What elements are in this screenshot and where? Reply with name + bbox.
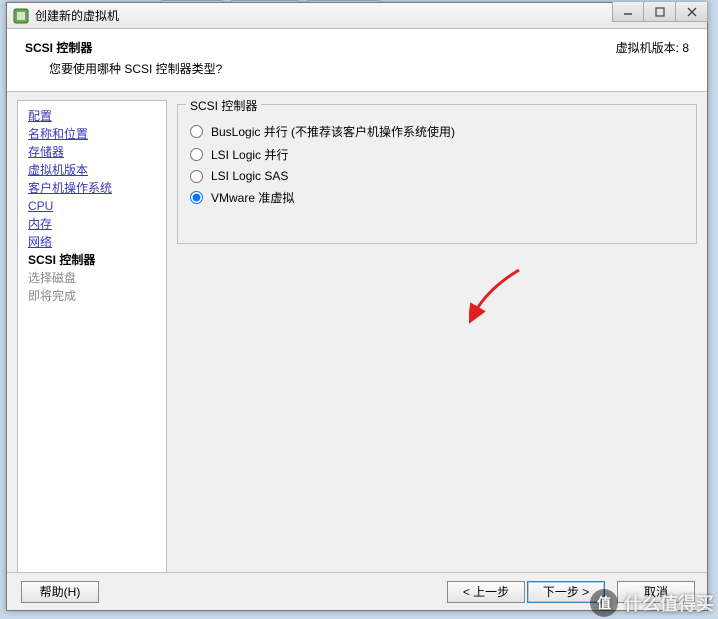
help-button[interactable]: 帮助(H) bbox=[21, 581, 99, 603]
wizard-header: SCSI 控制器 您要使用哪种 SCSI 控制器类型? 虚拟机版本: 8 bbox=[7, 29, 707, 92]
wizard-step-3[interactable]: 虚拟机版本 bbox=[28, 161, 156, 179]
wizard-step-8: SCSI 控制器 bbox=[28, 251, 156, 269]
wizard-step-1[interactable]: 名称和位置 bbox=[28, 125, 156, 143]
scsi-radio-1[interactable] bbox=[190, 148, 203, 161]
wizard-steps-sidebar: 配置名称和位置存储器虚拟机版本客户机操作系统CPU内存网络SCSI 控制器选择磁… bbox=[17, 100, 167, 580]
scsi-option-label: LSI Logic SAS bbox=[211, 169, 288, 183]
scsi-option-label: VMware 准虚拟 bbox=[211, 189, 294, 206]
wizard-step-6[interactable]: 内存 bbox=[28, 215, 156, 233]
scsi-option-label: BusLogic 并行 (不推荐该客户机操作系统使用) bbox=[211, 123, 455, 140]
wizard-body: 配置名称和位置存储器虚拟机版本客户机操作系统CPU内存网络SCSI 控制器选择磁… bbox=[7, 92, 707, 580]
wizard-window: 创建新的虚拟机 SCSI 控制器 您要使用哪种 SCSI 控制器类型? 虚拟机版… bbox=[6, 2, 708, 611]
page-subtitle: 您要使用哪种 SCSI 控制器类型? bbox=[49, 60, 616, 77]
wizard-step-5[interactable]: CPU bbox=[28, 197, 156, 215]
maximize-button[interactable] bbox=[644, 2, 676, 22]
scsi-option-label: LSI Logic 并行 bbox=[211, 146, 288, 163]
wizard-content: SCSI 控制器 BusLogic 并行 (不推荐该客户机操作系统使用) LSI … bbox=[177, 100, 697, 580]
annotation-arrow-icon bbox=[469, 268, 529, 328]
wizard-step-10: 即将完成 bbox=[28, 287, 156, 305]
scsi-option-2[interactable]: LSI Logic SAS bbox=[190, 169, 684, 183]
group-legend: SCSI 控制器 bbox=[186, 97, 261, 114]
next-button[interactable]: 下一步 > bbox=[527, 581, 605, 603]
wizard-step-2[interactable]: 存储器 bbox=[28, 143, 156, 161]
app-icon bbox=[13, 8, 29, 24]
window-title: 创建新的虚拟机 bbox=[35, 7, 703, 24]
wizard-step-0[interactable]: 配置 bbox=[28, 107, 156, 125]
scsi-radio-3[interactable] bbox=[190, 191, 203, 204]
close-button[interactable] bbox=[676, 2, 708, 22]
cancel-button[interactable]: 取消 bbox=[617, 581, 695, 603]
wizard-step-4[interactable]: 客户机操作系统 bbox=[28, 179, 156, 197]
scsi-radio-2[interactable] bbox=[190, 170, 203, 183]
wizard-step-7[interactable]: 网络 bbox=[28, 233, 156, 251]
minimize-button[interactable] bbox=[612, 2, 644, 22]
scsi-option-1[interactable]: LSI Logic 并行 bbox=[190, 146, 684, 163]
scsi-option-3[interactable]: VMware 准虚拟 bbox=[190, 189, 684, 206]
titlebar: 创建新的虚拟机 bbox=[7, 3, 707, 29]
back-button[interactable]: < 上一步 bbox=[447, 581, 525, 603]
vm-version-label: 虚拟机版本: 8 bbox=[616, 39, 689, 56]
scsi-controller-group: SCSI 控制器 BusLogic 并行 (不推荐该客户机操作系统使用)LSI … bbox=[177, 104, 697, 244]
wizard-step-9: 选择磁盘 bbox=[28, 269, 156, 287]
scsi-option-0[interactable]: BusLogic 并行 (不推荐该客户机操作系统使用) bbox=[190, 123, 684, 140]
wizard-footer: 帮助(H) < 上一步 下一步 > 取消 bbox=[7, 572, 707, 610]
page-title: SCSI 控制器 bbox=[25, 39, 616, 56]
scsi-radio-0[interactable] bbox=[190, 125, 203, 138]
